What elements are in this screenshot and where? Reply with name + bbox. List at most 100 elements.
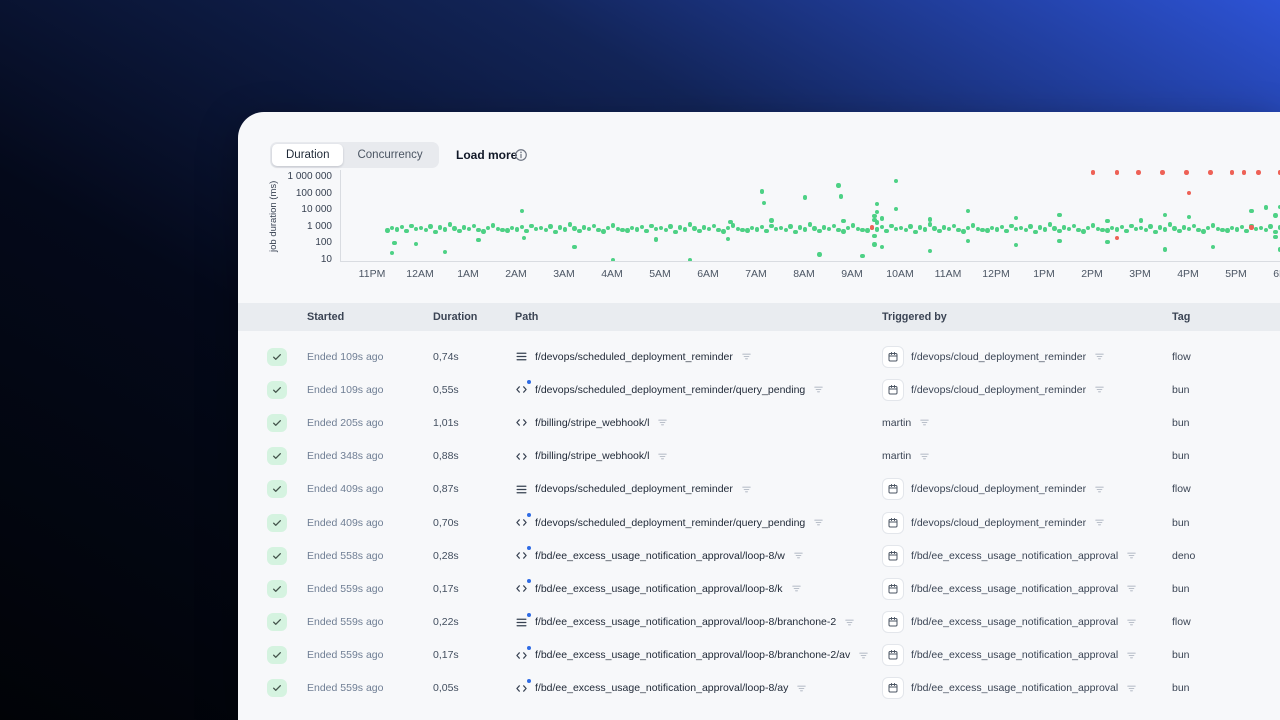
success-data-point[interactable] xyxy=(1090,223,1096,228)
success-data-point[interactable] xyxy=(841,229,846,234)
success-data-point[interactable] xyxy=(764,229,769,234)
success-data-point[interactable] xyxy=(769,223,774,228)
success-data-point[interactable] xyxy=(788,224,793,229)
run-path[interactable]: f/devops/scheduled_deployment_reminder/q… xyxy=(515,373,824,406)
table-row[interactable]: Ended 109s ago 0,74s f/devops/scheduled_… xyxy=(238,340,1280,373)
success-data-point[interactable] xyxy=(1215,226,1220,231)
success-data-point[interactable] xyxy=(1086,225,1091,231)
success-data-point[interactable] xyxy=(1134,226,1139,232)
success-data-point[interactable] xyxy=(524,229,529,234)
success-data-point[interactable] xyxy=(586,227,592,232)
run-path-text[interactable]: f/billing/stripe_webhook/l xyxy=(535,450,649,462)
success-data-point[interactable] xyxy=(980,228,985,233)
success-data-point[interactable] xyxy=(562,227,568,232)
table-row[interactable]: Ended 558s ago 0,28s f/bd/ee_excess_usag… xyxy=(238,539,1280,572)
success-data-point[interactable] xyxy=(812,226,817,231)
success-data-point[interactable] xyxy=(1138,218,1144,223)
success-data-point[interactable] xyxy=(404,229,409,234)
failure-data-point[interactable] xyxy=(1256,170,1261,175)
success-data-point[interactable] xyxy=(457,228,462,233)
success-data-point[interactable] xyxy=(1105,239,1110,244)
filter-icon[interactable] xyxy=(1126,683,1137,694)
scatter-plot-area[interactable] xyxy=(340,170,1280,262)
success-data-point[interactable] xyxy=(783,227,788,233)
success-data-point[interactable] xyxy=(1263,227,1268,233)
success-data-point[interactable] xyxy=(721,229,726,234)
success-data-point[interactable] xyxy=(860,253,865,259)
success-data-point[interactable] xyxy=(519,224,524,230)
success-data-point[interactable] xyxy=(798,225,803,230)
success-data-point[interactable] xyxy=(1153,230,1158,235)
success-data-point[interactable] xyxy=(1057,228,1062,233)
success-data-point[interactable] xyxy=(1162,212,1168,218)
failure-data-point[interactable] xyxy=(1186,190,1192,196)
success-data-point[interactable] xyxy=(390,250,395,255)
success-data-point[interactable] xyxy=(726,236,731,242)
filter-icon[interactable] xyxy=(793,550,804,561)
success-data-point[interactable] xyxy=(1186,214,1192,220)
success-data-point[interactable] xyxy=(1129,223,1134,228)
success-data-point[interactable] xyxy=(1014,243,1019,248)
failure-data-point[interactable] xyxy=(1184,170,1189,175)
filter-icon[interactable] xyxy=(741,351,752,362)
success-data-point[interactable] xyxy=(817,228,822,233)
run-path[interactable]: f/bd/ee_excess_usage_notification_approv… xyxy=(515,672,807,705)
success-data-point[interactable] xyxy=(932,226,937,231)
success-data-point[interactable] xyxy=(572,226,577,231)
failure-data-point[interactable] xyxy=(1249,225,1254,230)
table-row[interactable]: Ended 409s ago 0,70s f/devops/scheduled_… xyxy=(238,506,1280,539)
success-data-point[interactable] xyxy=(898,225,904,230)
success-data-point[interactable] xyxy=(884,229,889,234)
success-data-point[interactable] xyxy=(778,225,784,230)
success-data-point[interactable] xyxy=(1234,227,1240,232)
success-data-point[interactable] xyxy=(865,228,870,233)
success-data-point[interactable] xyxy=(1076,227,1081,232)
failure-data-point[interactable] xyxy=(1229,170,1235,175)
success-data-point[interactable] xyxy=(1057,212,1062,218)
success-data-point[interactable] xyxy=(999,224,1004,230)
success-data-point[interactable] xyxy=(1210,245,1216,250)
success-data-point[interactable] xyxy=(966,209,971,214)
filter-icon[interactable] xyxy=(791,583,802,594)
filter-icon[interactable] xyxy=(1126,550,1137,561)
run-path[interactable]: f/bd/ee_excess_usage_notification_approv… xyxy=(515,639,869,672)
info-icon[interactable] xyxy=(514,148,528,162)
success-data-point[interactable] xyxy=(872,242,877,247)
success-data-point[interactable] xyxy=(831,224,836,229)
success-data-point[interactable] xyxy=(807,222,812,227)
success-data-point[interactable] xyxy=(740,228,745,233)
success-data-point[interactable] xyxy=(442,227,448,232)
success-data-point[interactable] xyxy=(673,230,678,235)
filter-icon[interactable] xyxy=(844,617,855,628)
success-data-point[interactable] xyxy=(1249,209,1254,214)
success-data-point[interactable] xyxy=(538,225,544,230)
run-path[interactable]: f/devops/scheduled_deployment_reminder xyxy=(515,473,752,506)
success-data-point[interactable] xyxy=(1158,225,1163,230)
success-data-point[interactable] xyxy=(1081,229,1086,234)
success-data-point[interactable] xyxy=(793,230,798,235)
success-data-point[interactable] xyxy=(548,224,553,229)
success-data-point[interactable] xyxy=(1014,226,1019,232)
success-data-point[interactable] xyxy=(572,245,577,250)
success-data-point[interactable] xyxy=(822,225,827,230)
success-data-point[interactable] xyxy=(1167,222,1172,227)
success-data-point[interactable] xyxy=(1268,224,1273,229)
tab-concurrency[interactable]: Concurrency xyxy=(343,144,436,166)
success-data-point[interactable] xyxy=(706,227,712,232)
success-data-point[interactable] xyxy=(644,229,649,234)
run-path-text[interactable]: f/bd/ee_excess_usage_notification_approv… xyxy=(535,583,783,595)
success-data-point[interactable] xyxy=(1254,226,1259,232)
success-data-point[interactable] xyxy=(414,241,419,247)
success-data-point[interactable] xyxy=(735,226,740,231)
success-data-point[interactable] xyxy=(1273,234,1278,239)
success-data-point[interactable] xyxy=(774,226,779,232)
success-data-point[interactable] xyxy=(1028,224,1033,229)
success-data-point[interactable] xyxy=(894,206,899,212)
success-data-point[interactable] xyxy=(490,223,496,228)
success-data-point[interactable] xyxy=(1004,229,1009,234)
filter-icon[interactable] xyxy=(813,517,824,528)
run-path[interactable]: f/devops/scheduled_deployment_reminder/q… xyxy=(515,506,824,539)
success-data-point[interactable] xyxy=(802,227,808,232)
run-path-text[interactable]: f/devops/scheduled_deployment_reminder/q… xyxy=(535,517,805,529)
success-data-point[interactable] xyxy=(519,208,524,213)
